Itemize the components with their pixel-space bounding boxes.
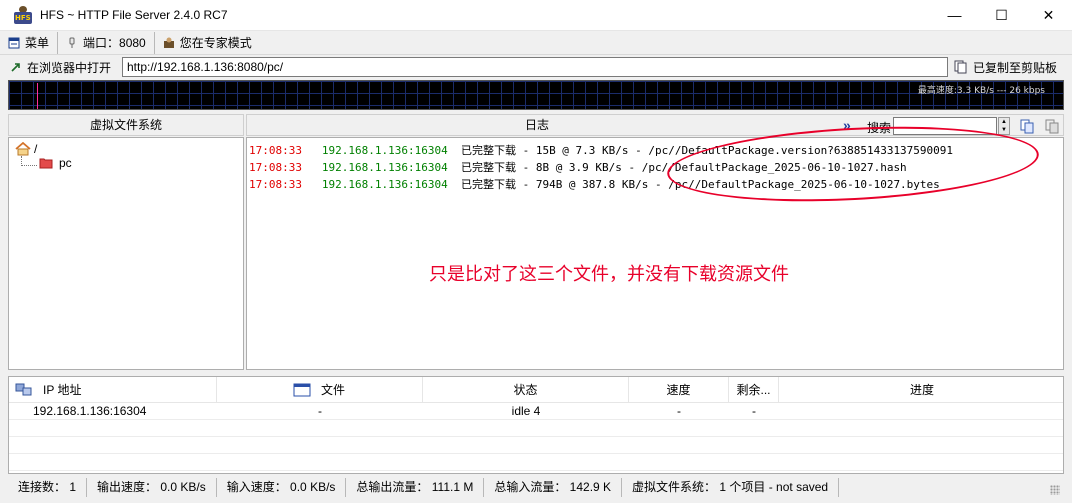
row-status: idle 4: [511, 404, 541, 418]
copy-log-icon[interactable]: [1019, 118, 1035, 134]
bandwidth-graph: 最高速度:3.3 KB/s --- 26 kbps: [8, 80, 1064, 110]
log-time: 17:08:33: [249, 144, 302, 157]
window-title: HFS ~ HTTP File Server 2.4.0 RC7: [40, 8, 228, 22]
expert-icon: [163, 37, 174, 48]
table-row[interactable]: 192.168.1.136:16304 - idle 4 - -: [9, 403, 1063, 420]
clipboard-icon: [954, 60, 967, 74]
log-time: 17:08:33: [249, 178, 302, 191]
col-file-label: 文件: [321, 383, 346, 397]
open-in-browser-button[interactable]: 在浏览器中打开: [0, 56, 122, 78]
tree-connector-horizontal: [21, 165, 37, 166]
maximize-icon: ☐: [995, 6, 1008, 23]
graph-speed-label: 最高速度:3.3 KB/s --- 26 kbps: [917, 86, 1045, 96]
expert-mode-label: 您在专家模式: [179, 36, 252, 50]
annotation-text: 只是比对了这三个文件，并没有下载资源文件: [429, 264, 789, 285]
menu-icon: [8, 37, 20, 48]
row-file: -: [318, 404, 322, 418]
vfs-folder-label: pc: [59, 156, 72, 170]
graph-grid: [9, 81, 1063, 109]
empty-row: [9, 454, 1063, 471]
home-icon: [15, 142, 31, 156]
empty-row: [9, 420, 1063, 437]
row-speed: -: [677, 404, 681, 418]
log-ip: 192.168.1.136:16304: [321, 144, 448, 157]
connections-list[interactable]: IP 地址 文件 状态 速度 剩余... 进度 192.168.1.136:16…: [8, 376, 1064, 474]
folder-icon: [39, 158, 53, 169]
vfs-root-node[interactable]: /: [15, 142, 37, 156]
log-time: 17:08:33: [249, 161, 302, 174]
plug-icon: [69, 37, 75, 48]
menu-label: 菜单: [25, 36, 50, 50]
log-title: 日志: [524, 118, 549, 132]
port-label: 端口：8080: [83, 36, 146, 50]
col-remaining[interactable]: 剩余...: [729, 377, 779, 403]
col-status[interactable]: 状态: [423, 377, 629, 403]
status-out-speed: 输出速度： 0.0 KB/s: [87, 478, 217, 497]
copy-to-clipboard-button[interactable]: 已复制至剪贴板: [954, 59, 1057, 76]
spin-down-icon[interactable]: ▼: [999, 126, 1009, 134]
spin-up-icon[interactable]: ▲: [999, 118, 1009, 126]
status-vfs: 虚拟文件系统： 1 个项目 - not saved: [622, 478, 840, 497]
connections-header: IP 地址 文件 状态 速度 剩余... 进度: [9, 377, 1063, 403]
col-progress[interactable]: 进度: [779, 377, 1063, 403]
vfs-header: 虚拟文件系统: [8, 114, 244, 136]
col-ip-label: IP 地址: [43, 383, 82, 397]
computers-icon: [15, 383, 32, 396]
menu-bar: 菜单 端口：8080 您在专家模式: [0, 31, 1072, 55]
status-bar: 连接数： 1 输出速度： 0.0 KB/s 输入速度： 0.0 KB/s 总输出…: [8, 477, 1064, 498]
maximize-button[interactable]: ☐: [978, 0, 1025, 30]
row-remaining: -: [752, 404, 756, 418]
url-field[interactable]: [122, 57, 948, 77]
hfs-app-icon: HFS: [14, 6, 32, 24]
title-bar: HFS HFS ~ HTTP File Server 2.4.0 RC7 — ☐…: [0, 0, 1072, 31]
open-in-browser-label: 在浏览器中打开: [27, 60, 112, 75]
log-ip: 192.168.1.136:16304: [321, 178, 448, 191]
close-button[interactable]: ✕: [1025, 0, 1072, 30]
minimize-button[interactable]: —: [931, 0, 978, 30]
status-in-speed: 输入速度： 0.0 KB/s: [217, 478, 347, 497]
menu-button[interactable]: 菜单: [0, 31, 59, 54]
col-ip[interactable]: IP 地址: [9, 377, 217, 403]
col-speed[interactable]: 速度: [629, 377, 729, 403]
vfs-root-label: /: [34, 142, 38, 156]
window-icon: [293, 383, 311, 397]
url-bar: 在浏览器中打开 已复制至剪贴板: [0, 55, 1072, 79]
status-total-out: 总输出流量： 111.1 M: [346, 478, 485, 497]
log-area[interactable]: 17:08:33 192.168.1.136:16304 已完整下载 - 15B…: [246, 118, 1064, 370]
row-ip: 192.168.1.136:16304: [33, 404, 147, 418]
minimize-icon: —: [947, 7, 962, 23]
log-ip: 192.168.1.136:16304: [321, 161, 448, 174]
vfs-tree[interactable]: / pc: [8, 137, 244, 370]
vfs-folder-pc[interactable]: pc: [39, 156, 72, 170]
status-total-in: 总输入流量： 142.9 K: [484, 478, 623, 497]
port-button[interactable]: 端口：8080: [58, 31, 155, 54]
copied-label: 已复制至剪贴板: [973, 60, 1058, 75]
close-icon: ✕: [1042, 6, 1055, 23]
empty-row: [9, 437, 1063, 454]
clear-log-icon[interactable]: [1044, 118, 1060, 134]
resize-grip-icon[interactable]: [1050, 485, 1060, 495]
search-spinner[interactable]: ▲ ▼: [998, 117, 1010, 135]
graph-spike: [37, 83, 38, 109]
expert-mode-button[interactable]: 您在专家模式: [155, 32, 260, 54]
open-arrow-icon: [11, 63, 20, 72]
status-connections: 连接数： 1: [8, 478, 88, 497]
col-file[interactable]: 文件: [217, 377, 423, 403]
